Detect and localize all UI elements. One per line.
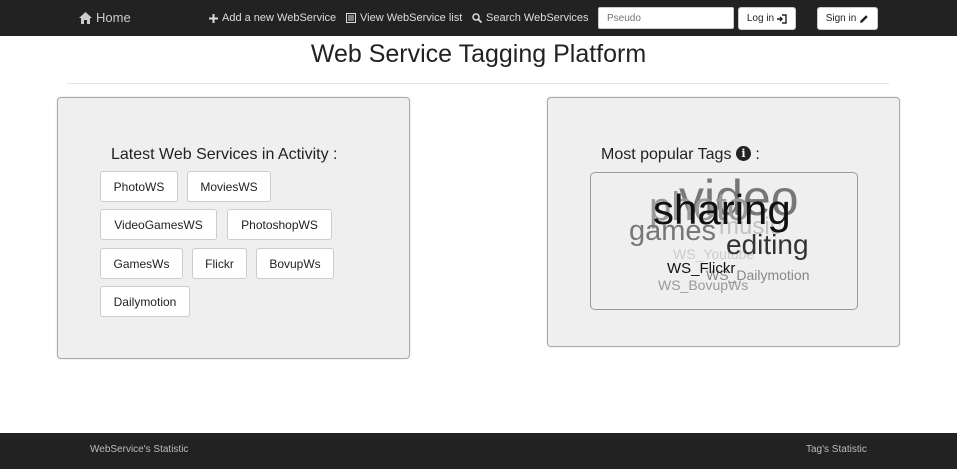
home-icon — [79, 12, 92, 24]
view-webservice-list-label: View WebService list — [360, 12, 463, 24]
tag-ws-bovupws[interactable]: WS_BovupWs — [658, 278, 748, 292]
signin-button[interactable]: Sign in — [817, 7, 878, 30]
footer: WebService's Statistic Tag's Statistic — [0, 433, 957, 469]
search-icon — [472, 13, 482, 23]
popular-tags-heading: Most popular Tags — [601, 146, 732, 163]
login-icon — [777, 13, 787, 24]
webservice-button-moviesws[interactable]: MoviesWS — [187, 171, 271, 202]
list-icon — [346, 13, 356, 23]
page-title: Web Service Tagging Platform — [310, 40, 647, 68]
tag-ws-flickr[interactable]: WS_Flickr — [667, 261, 735, 276]
plus-icon — [209, 13, 218, 23]
webservice-statistic-link[interactable]: WebService's Statistic — [90, 433, 188, 467]
tag-sharing[interactable]: sharing — [653, 189, 791, 231]
search-webservices-link[interactable]: Search WebServices — [472, 0, 589, 36]
tag-editing[interactable]: editing — [726, 231, 809, 259]
pencil-icon — [860, 14, 869, 23]
popular-tags-suffix: : — [755, 146, 760, 163]
webservice-button-dailymotion[interactable]: Dailymotion — [100, 286, 190, 317]
login-label: Log in — [746, 13, 775, 24]
latest-webservices-heading: Latest Web Services in Activity : — [111, 146, 338, 163]
tag-cloud: video photo music games WS_Youtube WS_Da… — [590, 172, 858, 310]
home-link[interactable]: Home — [79, 0, 131, 36]
login-button[interactable]: Log in — [738, 7, 796, 30]
webservice-button-gamesws[interactable]: GamesWs — [100, 248, 183, 279]
webservice-button-videogamesws[interactable]: VideoGamesWS — [100, 209, 217, 240]
webservice-button-photows[interactable]: PhotoWS — [100, 171, 178, 202]
home-label: Home — [96, 10, 131, 25]
popular-tags-heading-row: Most popular Tags i : — [601, 146, 760, 164]
tag-statistic-link[interactable]: Tag's Statistic — [806, 433, 867, 467]
pseudo-input[interactable] — [598, 7, 734, 29]
info-icon[interactable]: i — [735, 146, 751, 161]
signin-label: Sign in — [825, 13, 857, 24]
add-webservice-label: Add a new WebService — [222, 12, 337, 24]
search-webservices-label: Search WebServices — [486, 12, 589, 24]
view-webservice-list-link[interactable]: View WebService list — [346, 0, 462, 36]
webservice-button-photoshopws[interactable]: PhotoshopWS — [227, 209, 332, 240]
top-navbar: Home Add a new WebService View WebServic… — [0, 0, 957, 36]
title-divider — [67, 83, 889, 84]
webservice-button-bovupws[interactable]: BovupWs — [256, 248, 334, 279]
add-webservice-link[interactable]: Add a new WebService — [209, 0, 336, 36]
webservice-button-flickr[interactable]: Flickr — [192, 248, 247, 279]
